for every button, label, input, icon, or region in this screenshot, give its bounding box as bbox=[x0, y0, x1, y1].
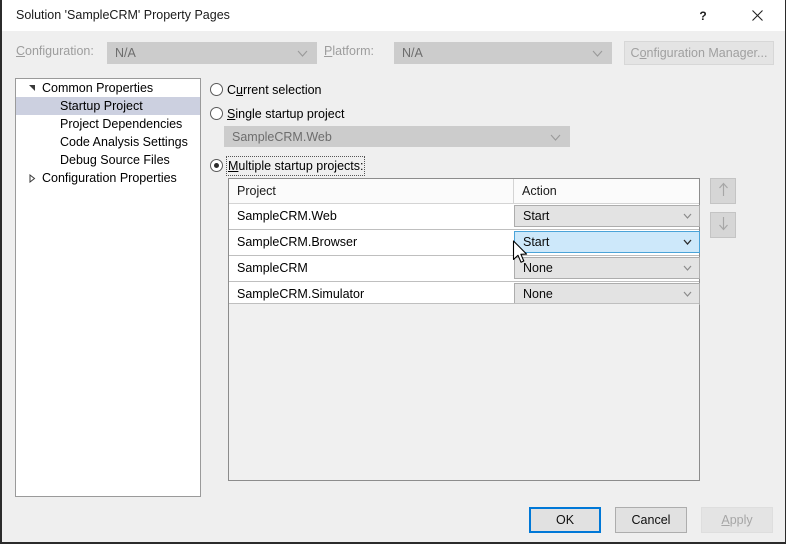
action-combo-value: Start bbox=[523, 209, 550, 223]
ok-button[interactable]: OK bbox=[529, 507, 601, 533]
platform-combo[interactable]: N/A bbox=[394, 42, 612, 64]
action-combo-value: None bbox=[523, 261, 553, 275]
tree-item-code-analysis-settings[interactable]: Code Analysis Settings bbox=[16, 133, 200, 151]
close-button[interactable] bbox=[735, 0, 779, 31]
cancel-button[interactable]: Cancel bbox=[615, 507, 687, 533]
radio-icon bbox=[210, 107, 223, 120]
configuration-manager-button[interactable]: Configuration Manager... bbox=[624, 41, 774, 65]
chevron-down-icon bbox=[683, 284, 692, 304]
radio-selected-icon bbox=[210, 159, 223, 172]
chevron-down-icon bbox=[683, 206, 692, 226]
single-startup-project-value: SampleCRM.Web bbox=[232, 130, 332, 144]
column-header-action[interactable]: Action bbox=[513, 179, 699, 203]
tree-item-startup-project[interactable]: Startup Project bbox=[16, 97, 200, 115]
question-mark-icon: ? bbox=[699, 8, 707, 23]
table-row[interactable]: SampleCRM None bbox=[229, 256, 701, 282]
configuration-combo[interactable]: N/A bbox=[107, 42, 317, 64]
tree-item-configuration-properties[interactable]: Configuration Properties bbox=[16, 169, 200, 187]
configuration-combo-value: N/A bbox=[115, 46, 136, 60]
radio-current-selection-label: Current selection bbox=[227, 83, 322, 97]
properties-tree[interactable]: Common Properties Startup Project Projec… bbox=[15, 78, 201, 497]
action-combo-value: None bbox=[523, 287, 553, 301]
close-icon bbox=[751, 10, 763, 21]
cell-project-name: SampleCRM.Web bbox=[237, 209, 337, 223]
ok-button-label: OK bbox=[555, 513, 575, 527]
platform-combo-value: N/A bbox=[402, 46, 423, 60]
tree-item-debug-source-files[interactable]: Debug Source Files bbox=[16, 151, 200, 169]
arrow-down-icon bbox=[717, 216, 730, 234]
single-startup-project-combo[interactable]: SampleCRM.Web bbox=[224, 126, 570, 147]
tree-item-label: Configuration Properties bbox=[42, 171, 177, 185]
chevron-down-icon bbox=[683, 258, 692, 278]
action-combo[interactable]: None bbox=[514, 257, 700, 279]
action-combo-value: Start bbox=[523, 235, 550, 249]
tree-item-label: Common Properties bbox=[42, 81, 154, 95]
tree-item-project-dependencies[interactable]: Project Dependencies bbox=[16, 115, 200, 133]
radio-multiple-startup-projects-label: Multiple startup projects: bbox=[226, 156, 366, 176]
tree-item-common-properties[interactable]: Common Properties bbox=[16, 79, 200, 97]
chevron-down-icon bbox=[592, 43, 603, 63]
help-button[interactable]: ? bbox=[681, 0, 725, 31]
chevron-down-icon bbox=[297, 43, 308, 63]
apply-button-label: Apply bbox=[721, 513, 753, 527]
title-bar: Solution 'SampleCRM' Property Pages ? bbox=[2, 0, 785, 32]
cell-project-name: SampleCRM.Browser bbox=[237, 235, 358, 249]
tree-item-label: Debug Source Files bbox=[60, 153, 170, 167]
radio-icon bbox=[210, 83, 223, 96]
page-title: Solution 'SampleCRM' Property Pages bbox=[16, 8, 230, 22]
cell-action[interactable]: None bbox=[513, 256, 701, 281]
apply-button[interactable]: Apply bbox=[701, 507, 773, 533]
chevron-down-icon bbox=[683, 232, 692, 252]
property-pages-dialog: Solution 'SampleCRM' Property Pages ? Co… bbox=[0, 0, 786, 544]
platform-label: Platform: bbox=[324, 44, 375, 58]
move-down-button[interactable] bbox=[710, 212, 736, 238]
action-combo-focused[interactable]: Start bbox=[514, 231, 700, 253]
triangle-right-icon[interactable] bbox=[26, 169, 38, 187]
cell-action[interactable]: Start bbox=[513, 204, 701, 229]
move-up-button[interactable] bbox=[710, 178, 736, 204]
table-row[interactable]: SampleCRM.Browser Start bbox=[229, 230, 701, 256]
chevron-down-icon bbox=[550, 127, 561, 147]
action-combo[interactable]: None bbox=[514, 283, 700, 305]
cell-project-name: SampleCRM bbox=[237, 261, 308, 275]
column-header-project[interactable]: Project bbox=[229, 179, 513, 203]
tree-item-label: Code Analysis Settings bbox=[60, 135, 188, 149]
grid-empty-area bbox=[229, 303, 699, 480]
startup-projects-grid[interactable]: Project Action SampleCRM.Web Start Sampl… bbox=[228, 178, 700, 481]
action-combo[interactable]: Start bbox=[514, 205, 700, 227]
grid-header-row: Project Action bbox=[229, 179, 699, 204]
configuration-label: Configuration: bbox=[16, 44, 94, 58]
configuration-manager-label: Configuration Manager... bbox=[630, 46, 768, 60]
cancel-button-label: Cancel bbox=[631, 513, 671, 527]
radio-single-startup-project-label: Single startup project bbox=[227, 107, 345, 121]
tree-item-label: Startup Project bbox=[60, 99, 143, 113]
cell-action[interactable]: Start bbox=[513, 230, 701, 255]
triangle-down-icon[interactable] bbox=[26, 79, 38, 97]
arrow-up-icon bbox=[717, 182, 730, 200]
table-row[interactable]: SampleCRM.Web Start bbox=[229, 204, 701, 230]
tree-item-label: Project Dependencies bbox=[60, 117, 183, 131]
